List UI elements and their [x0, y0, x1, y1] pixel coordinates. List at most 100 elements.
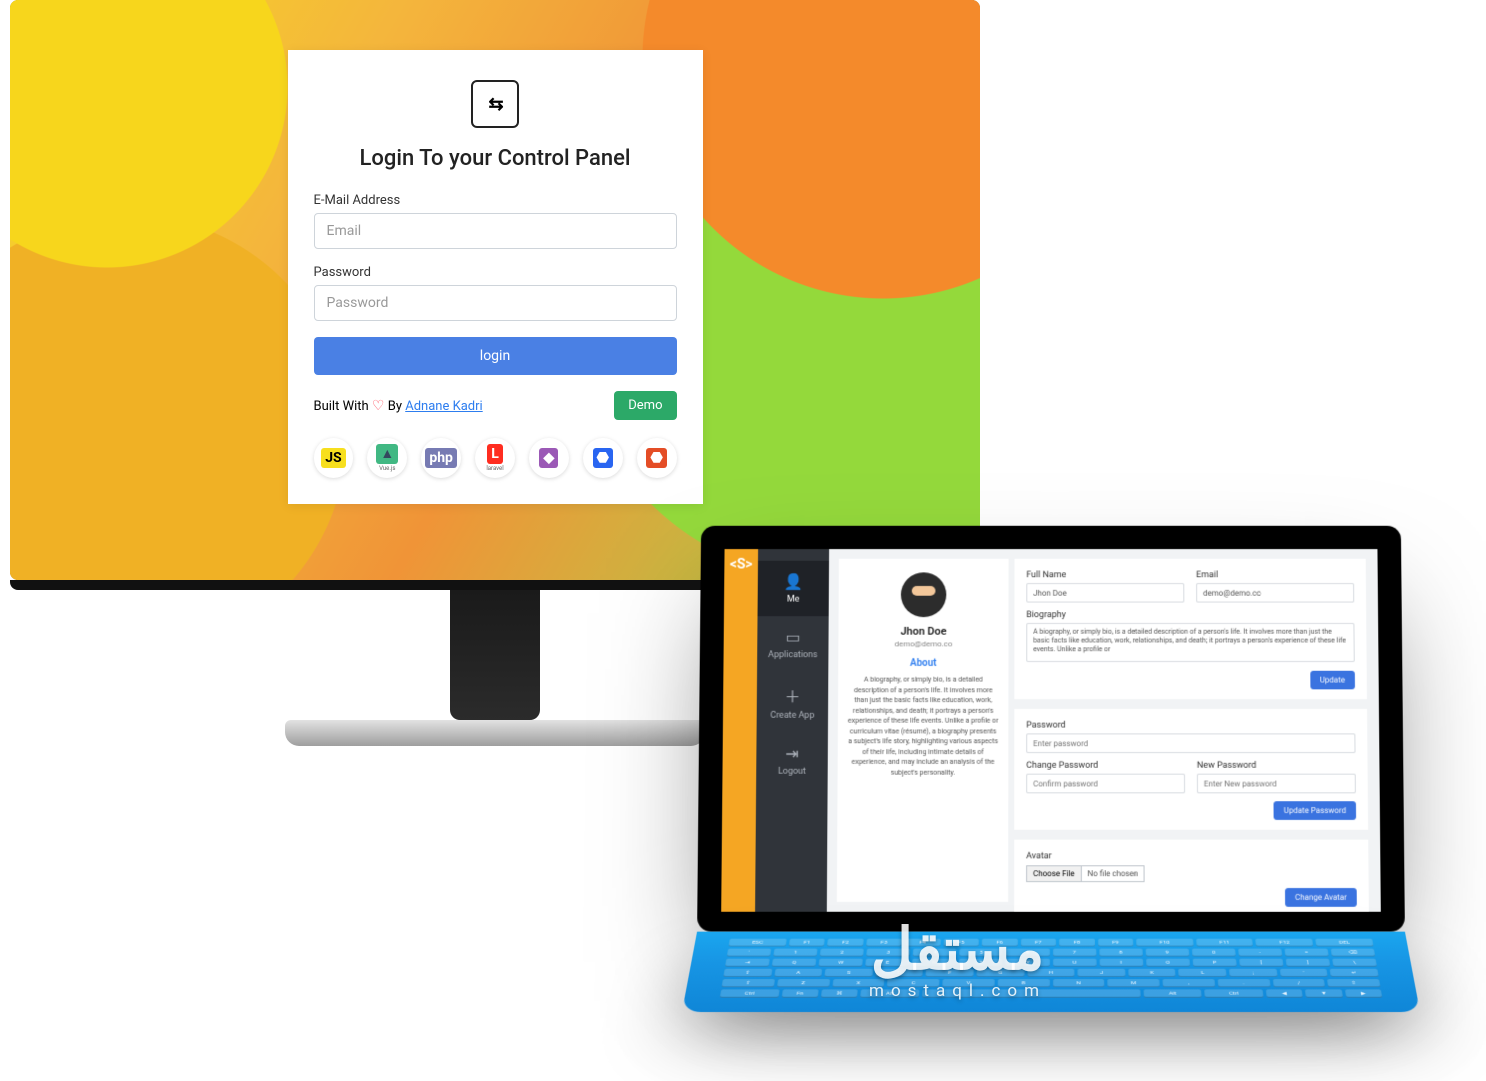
- key[interactable]: Fn: [781, 989, 818, 997]
- watermark: مستقل mostaql.com: [869, 921, 1046, 1001]
- key[interactable]: .: [1217, 979, 1270, 987]
- key[interactable]: O: [1146, 959, 1190, 967]
- change-password-label: Change Password: [1026, 761, 1185, 771]
- demo-button[interactable]: Demo: [614, 391, 676, 420]
- key[interactable]: 1: [773, 949, 817, 957]
- key[interactable]: 7: [1053, 949, 1097, 957]
- key[interactable]: ,: [1162, 979, 1215, 987]
- login-button[interactable]: login: [314, 337, 677, 375]
- update-button[interactable]: Update: [1310, 671, 1355, 690]
- new-password-input[interactable]: [1197, 774, 1356, 794]
- nav-icon: ▭: [785, 628, 800, 647]
- key[interactable]: =: [1284, 949, 1328, 957]
- email-input[interactable]: [314, 213, 677, 249]
- key[interactable]: Q: [772, 959, 817, 967]
- key[interactable]: ▼: [1305, 989, 1343, 997]
- profile-name: Jhon Doe: [848, 625, 998, 638]
- key[interactable]: ⌫: [1331, 949, 1376, 957]
- tech-icon: L: [487, 444, 503, 464]
- key[interactable]: M: [1107, 979, 1159, 987]
- email-input[interactable]: [1196, 583, 1354, 602]
- key[interactable]: L: [1179, 969, 1227, 977]
- key[interactable]: 9: [1145, 949, 1189, 957]
- author-link[interactable]: Adnane Kadri: [405, 399, 483, 414]
- key[interactable]: P: [1192, 959, 1236, 967]
- key[interactable]: 8: [1099, 949, 1143, 957]
- brand-rail-icon: <S>: [724, 557, 758, 573]
- key[interactable]: N: [1053, 979, 1105, 987]
- key[interactable]: ]: [1286, 959, 1331, 967]
- key[interactable]: J: [1078, 969, 1126, 977]
- key[interactable]: ESC: [728, 939, 786, 947]
- key[interactable]: ◀: [1266, 989, 1303, 997]
- key[interactable]: F9: [1098, 939, 1134, 947]
- key[interactable]: ⇧: [1327, 979, 1380, 987]
- key[interactable]: F8: [1059, 939, 1095, 947]
- key[interactable]: ⇪: [723, 969, 772, 977]
- change-avatar-button[interactable]: Change Avatar: [1285, 888, 1357, 907]
- key[interactable]: W: [819, 959, 864, 967]
- key[interactable]: ▶: [1345, 989, 1383, 997]
- nav-label: Logout: [778, 767, 806, 777]
- key[interactable]: -: [1238, 949, 1282, 957]
- built-prefix: Built With: [314, 399, 369, 414]
- nav-item-create-app[interactable]: ＋Create App: [757, 672, 829, 733]
- update-password-button[interactable]: Update Password: [1274, 801, 1356, 820]
- key[interactable]: S: [825, 969, 873, 977]
- key[interactable]: ⇥: [725, 959, 770, 967]
- nav-item-logout[interactable]: ⇥Logout: [756, 732, 828, 788]
- key[interactable]: F11: [1196, 939, 1254, 947]
- key[interactable]: 0: [1192, 949, 1236, 957]
- key[interactable]: Ctrl: [1205, 989, 1264, 997]
- password-input[interactable]: [314, 285, 677, 321]
- key[interactable]: \: [1332, 959, 1377, 967]
- key[interactable]: F10: [1136, 939, 1193, 947]
- nav-item-me[interactable]: 👤Me: [758, 561, 829, 616]
- tech-chip-0: JS: [314, 438, 354, 478]
- tech-icon: php: [425, 448, 457, 468]
- key[interactable]: [: [1239, 959, 1284, 967]
- key[interactable]: ↵: [1330, 969, 1379, 977]
- password-input[interactable]: [1026, 733, 1355, 753]
- file-chosen-text: No file chosen: [1082, 865, 1146, 882]
- nav-icon: 👤: [783, 572, 803, 590]
- key[interactable]: U: [1053, 959, 1097, 967]
- watermark-latin: mostaql.com: [869, 981, 1046, 1001]
- key[interactable]: DEL: [1315, 939, 1373, 947]
- key[interactable]: A: [774, 969, 823, 977]
- avatar-panel: Avatar Choose File No file chosen Change…: [1014, 840, 1369, 912]
- key[interactable]: Z: [777, 979, 830, 987]
- key[interactable]: ': [1279, 969, 1328, 977]
- confirm-password-input[interactable]: [1026, 774, 1185, 794]
- avatar-image: [901, 572, 947, 617]
- bio-textarea[interactable]: A biography, or simply bio, is a detaile…: [1026, 623, 1354, 662]
- tech-chip-4: ◆: [529, 438, 569, 478]
- key[interactable]: ⌘: [821, 989, 858, 997]
- login-title: Login To your Control Panel: [314, 146, 677, 171]
- tech-icon: ▲: [376, 444, 398, 464]
- tech-label: laravel: [486, 465, 503, 472]
- key[interactable]: 2: [820, 949, 864, 957]
- about-heading: About: [848, 658, 998, 669]
- key[interactable]: I: [1099, 959, 1143, 967]
- key[interactable]: ⇧: [722, 979, 775, 987]
- key[interactable]: F12: [1256, 939, 1314, 947]
- nav-item-applications[interactable]: ▭Applications: [757, 616, 829, 672]
- key[interactable]: F1: [788, 939, 825, 947]
- monitor-base: [285, 720, 705, 746]
- key[interactable]: Alt: [1143, 989, 1202, 997]
- key[interactable]: ;: [1229, 969, 1277, 977]
- choose-file-button[interactable]: Choose File: [1026, 865, 1081, 882]
- tech-icon: JS: [321, 448, 345, 468]
- key[interactable]: Ctrl: [720, 989, 780, 997]
- keyboard-row: ⇪ASDFGHJKL;'↵: [723, 969, 1378, 977]
- keyboard-row: `1234567890-=⌫: [727, 949, 1376, 957]
- info-panel: Full Name Email Biography A biography, o…: [1014, 559, 1367, 699]
- key[interactable]: /: [1272, 979, 1325, 987]
- key[interactable]: F2: [827, 939, 863, 947]
- key[interactable]: `: [727, 949, 772, 957]
- password-label: Password: [1026, 721, 1355, 731]
- fullname-input[interactable]: [1026, 583, 1184, 602]
- key[interactable]: K: [1128, 969, 1176, 977]
- tech-icons-row: JS▲Vue.jsphpLlaravel◆⬣⬣: [314, 438, 677, 478]
